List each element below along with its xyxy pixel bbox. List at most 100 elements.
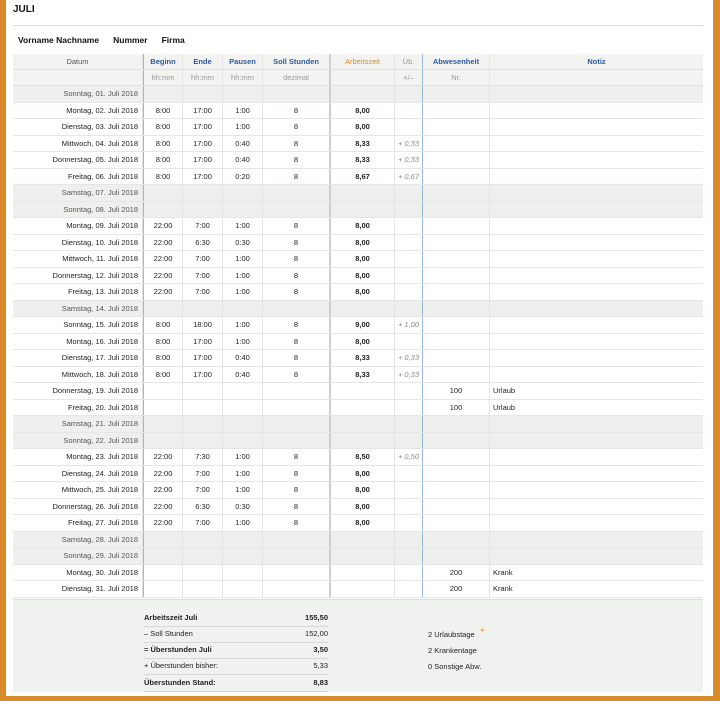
cell-notiz[interactable] [490,531,703,547]
cell-ub[interactable]: + 0,33 [395,350,423,366]
cell-ende[interactable]: 7:00 [183,465,223,481]
cell-beginn[interactable]: 22:00 [143,465,183,481]
cell-ende[interactable] [183,548,223,564]
cell-soll[interactable]: 8 [263,449,331,465]
cell-arbeitszeit[interactable]: 8,00 [331,284,395,300]
cell-arbeitszeit[interactable]: 8,00 [331,482,395,498]
cell-pausen[interactable]: 1:00 [223,465,263,481]
cell-pausen[interactable]: 1:00 [223,482,263,498]
cell-ende[interactable]: 17:00 [183,168,223,184]
cell-pausen[interactable]: 1:00 [223,317,263,333]
cell-ub[interactable]: + 0,33 [395,152,423,168]
cell-notiz[interactable] [490,367,703,383]
cell-pausen[interactable]: 1:00 [223,449,263,465]
cell-arbeitszeit[interactable] [331,432,395,448]
cell-ub[interactable] [395,531,423,547]
cell-notiz[interactable]: Krank [490,565,703,581]
cell-pausen[interactable]: 0:30 [223,234,263,250]
cell-notiz[interactable] [490,218,703,234]
cell-notiz[interactable] [490,268,703,284]
cell-beginn[interactable] [143,531,183,547]
cell-beginn[interactable]: 22:00 [143,482,183,498]
cell-beginn[interactable]: 8:00 [143,333,183,349]
cell-arbeitszeit[interactable]: 9,00 [331,317,395,333]
cell-ende[interactable] [183,300,223,316]
cell-ende[interactable]: 7:00 [183,267,223,283]
cell-beginn[interactable] [143,399,183,415]
cell-ub[interactable] [395,267,423,283]
cell-ub[interactable] [395,581,423,597]
cell-ub[interactable] [395,86,423,102]
cell-arbeitszeit[interactable] [331,564,395,580]
cell-abwesenheit[interactable] [423,300,490,316]
cell-ende[interactable] [183,201,223,217]
cell-ub[interactable] [395,234,423,250]
cell-arbeitszeit[interactable]: 8,00 [331,267,395,283]
cell-beginn[interactable]: 22:00 [143,251,183,267]
cell-notiz[interactable] [490,350,703,366]
cell-ub[interactable] [395,548,423,564]
cell-arbeitszeit[interactable]: 8,00 [331,333,395,349]
cell-ende[interactable] [183,531,223,547]
cell-soll[interactable] [263,300,331,316]
cell-beginn[interactable] [143,383,183,399]
cell-abwesenheit[interactable] [423,284,490,300]
cell-abwesenheit[interactable] [423,333,490,349]
cell-ende[interactable]: 17:00 [183,366,223,382]
cell-pausen[interactable] [223,300,263,316]
cell-ub[interactable] [395,564,423,580]
cell-pausen[interactable]: 0:40 [223,152,263,168]
cell-arbeitszeit[interactable]: 8,00 [331,465,395,481]
cell-pausen[interactable]: 1:00 [223,251,263,267]
cell-ende[interactable] [183,383,223,399]
cell-abwesenheit[interactable]: 200 [423,581,490,597]
cell-ende[interactable] [183,399,223,415]
cell-soll[interactable]: 8 [263,251,331,267]
cell-abwesenheit[interactable] [423,432,490,448]
cell-ub[interactable] [395,251,423,267]
cell-abwesenheit[interactable] [423,218,490,234]
cell-abwesenheit[interactable] [423,498,490,514]
cell-beginn[interactable] [143,86,183,102]
cell-soll[interactable]: 8 [263,482,331,498]
cell-beginn[interactable]: 8:00 [143,135,183,151]
cell-pausen[interactable]: 0:40 [223,135,263,151]
cell-notiz[interactable] [490,416,703,432]
cell-notiz[interactable] [490,119,703,135]
cell-beginn[interactable]: 22:00 [143,515,183,531]
cell-soll[interactable]: 8 [263,317,331,333]
cell-abwesenheit[interactable] [423,350,490,366]
cell-pausen[interactable]: 1:00 [223,102,263,118]
cell-soll[interactable]: 8 [263,267,331,283]
cell-beginn[interactable]: 8:00 [143,366,183,382]
cell-soll[interactable] [263,531,331,547]
cell-ende[interactable] [183,185,223,201]
cell-notiz[interactable] [490,432,703,448]
cell-ub[interactable]: + 1,00 [395,317,423,333]
cell-beginn[interactable]: 8:00 [143,119,183,135]
cell-soll[interactable] [263,86,331,102]
cell-soll[interactable]: 8 [263,366,331,382]
cell-pausen[interactable]: 1:00 [223,119,263,135]
cell-ub[interactable] [395,284,423,300]
cell-pausen[interactable]: 1:00 [223,515,263,531]
cell-notiz[interactable] [490,466,703,482]
cell-soll[interactable] [263,548,331,564]
cell-soll[interactable]: 8 [263,498,331,514]
cell-arbeitszeit[interactable]: 8,00 [331,119,395,135]
cell-abwesenheit[interactable]: 100 [423,383,490,399]
cell-abwesenheit[interactable] [423,152,490,168]
cell-beginn[interactable]: 22:00 [143,234,183,250]
cell-pausen[interactable] [223,548,263,564]
employee-number[interactable]: Nummer [113,35,147,45]
cell-ende[interactable]: 17:00 [183,119,223,135]
cell-arbeitszeit[interactable] [331,581,395,597]
cell-pausen[interactable] [223,383,263,399]
cell-notiz[interactable] [490,169,703,185]
cell-ende[interactable]: 17:00 [183,152,223,168]
cell-pausen[interactable]: 0:40 [223,366,263,382]
cell-abwesenheit[interactable]: 100 [423,399,490,415]
cell-pausen[interactable] [223,201,263,217]
cell-pausen[interactable] [223,416,263,432]
cell-arbeitszeit[interactable] [331,383,395,399]
